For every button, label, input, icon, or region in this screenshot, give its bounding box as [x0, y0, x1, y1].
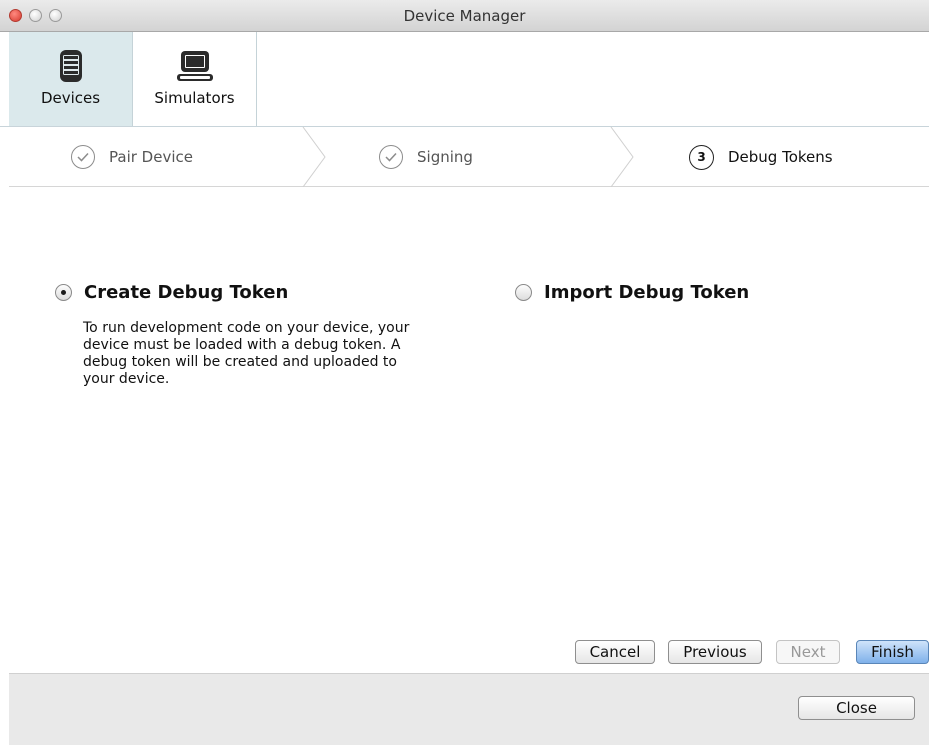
create-debug-token-description: To run development code on your device, … [83, 320, 410, 387]
import-debug-token-radio[interactable]: Import Debug Token [515, 282, 749, 303]
step-separator-chevron [302, 127, 326, 187]
step-debug-tokens: 3 Debug Tokens [689, 127, 833, 187]
title-bar: Device Manager [0, 0, 929, 32]
create-debug-token-radio[interactable]: Create Debug Token [55, 282, 288, 303]
laptop-icon [176, 51, 213, 81]
previous-button[interactable]: Previous [668, 640, 762, 664]
step-pair-device: Pair Device [71, 127, 193, 187]
wizard-steps: Pair Device Signing 3 Debug Tokens [9, 127, 929, 187]
checkmark-icon [379, 145, 403, 169]
step-label: Pair Device [109, 148, 193, 166]
finish-button[interactable]: Finish [856, 640, 929, 664]
next-button[interactable]: Next [776, 640, 840, 664]
create-debug-token-label: Create Debug Token [84, 282, 289, 303]
cancel-button[interactable]: Cancel [575, 640, 655, 664]
import-debug-token-label: Import Debug Token [544, 282, 750, 303]
toolbar-item-label: Simulators [154, 89, 235, 107]
step-number: 3 [689, 144, 714, 170]
toolbar: Devices Simulators [0, 32, 929, 127]
close-button[interactable]: Close [798, 696, 915, 720]
step-label: Debug Tokens [728, 148, 833, 166]
checkmark-icon [71, 145, 95, 169]
toolbar-item-devices[interactable]: Devices [9, 32, 133, 126]
footer-bar [9, 673, 929, 745]
step-label: Signing [417, 148, 473, 166]
toolbar-item-simulators[interactable]: Simulators [133, 32, 257, 126]
step-separator-chevron [610, 127, 634, 187]
step-signing: Signing [379, 127, 473, 187]
window-title: Device Manager [403, 7, 526, 25]
phone-icon [59, 50, 82, 82]
toolbar-item-label: Devices [40, 89, 101, 107]
radio-unselected-icon[interactable] [515, 284, 532, 301]
radio-selected-icon[interactable] [55, 284, 72, 301]
